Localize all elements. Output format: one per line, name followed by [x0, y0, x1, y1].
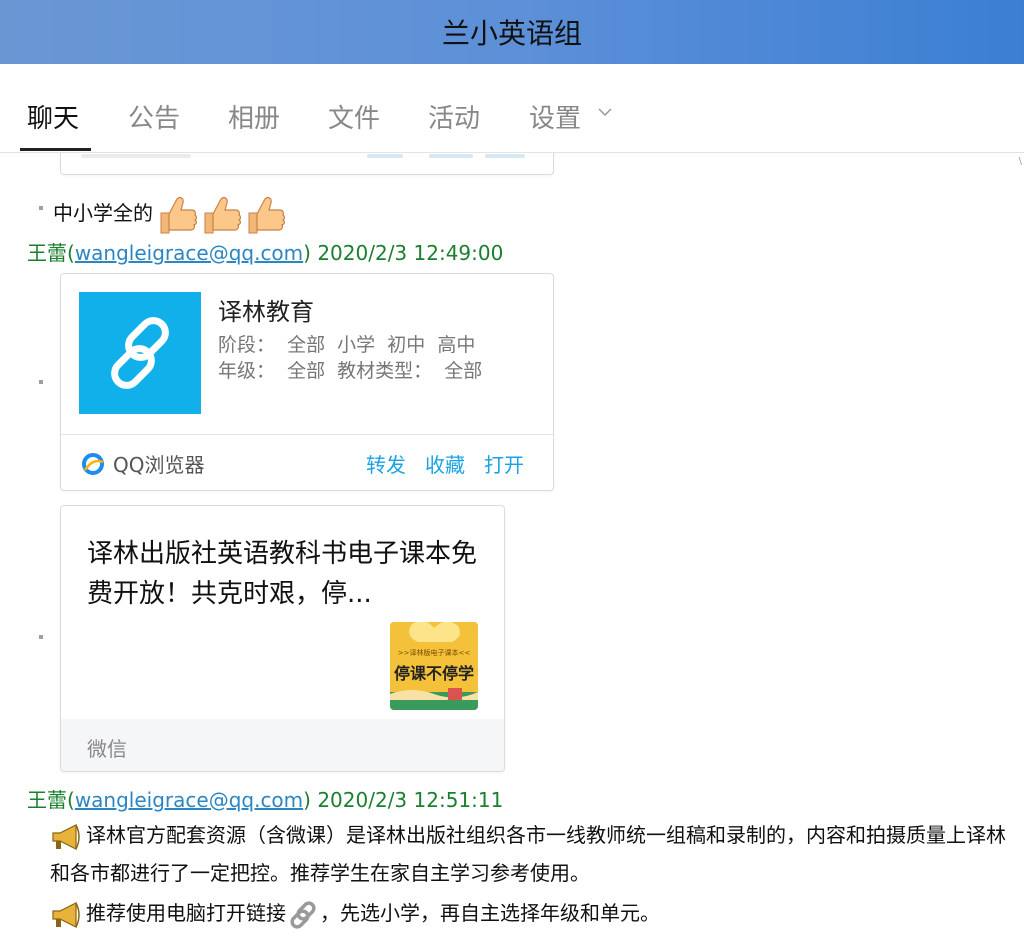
tab-files[interactable]: 文件	[328, 98, 380, 135]
message-text-content: 中小学全的	[53, 201, 153, 225]
link-source: QQ浏览器	[113, 453, 205, 477]
article-share-card[interactable]: 译林出版社英语教科书电子课本免费开放！共克时艰，停... >>译林版电子课本<<…	[60, 505, 505, 772]
active-tab-indicator	[20, 148, 91, 151]
chat-area[interactable]: 中小学全的 王蕾(wangleigrace@qq.com) 2020/2/3 1…	[0, 153, 1024, 936]
message-paragraph: 推荐使用电脑打开链接 ，先选小学，再自主选择年级和单元。	[50, 894, 1020, 932]
favorite-button[interactable]: 收藏	[425, 449, 465, 478]
sender-name: 王蕾	[27, 241, 67, 265]
thumbs-up-icon	[204, 196, 241, 233]
sender-line: 王蕾(wangleigrace@qq.com) 2020/2/3 12:49:0…	[27, 241, 504, 265]
open-button[interactable]: 打开	[484, 449, 524, 478]
message-bullet	[39, 206, 43, 210]
sender-name: 王蕾	[27, 788, 67, 812]
tab-album[interactable]: 相册	[228, 98, 280, 135]
sender-email-link[interactable]: wangleigrace@qq.com	[75, 788, 303, 812]
partial-link-card[interactable]	[60, 153, 554, 175]
chevron-down-icon[interactable]	[598, 108, 612, 116]
link-share-card[interactable]: 译林教育 阶段： 全部 小学 初中 高中 年级： 全部 教材类型： 全部 QQ浏…	[60, 273, 554, 491]
thumbnail-caption: >>译林版电子课本<<	[397, 649, 471, 657]
thumbs-up-icon	[160, 196, 197, 233]
message-text-content: 译林官方配套资源（含微课）是译林出版社组织各市一线教师统一组稿和录制的，内容和拍…	[50, 823, 1006, 885]
article-source: 微信	[87, 737, 127, 761]
message-paragraph: 译林官方配套资源（含微课）是译林出版社组织各市一线教师统一组稿和录制的，内容和拍…	[50, 816, 1020, 892]
sender-line: 王蕾(wangleigrace@qq.com) 2020/2/3 12:51:1…	[27, 788, 504, 812]
tab-chat[interactable]: 聊天	[27, 98, 79, 135]
group-title: 兰小英语组	[441, 17, 582, 50]
message-text-content: 推荐使用电脑打开链接	[86, 901, 286, 925]
horn-icon	[52, 823, 80, 850]
message-time: 2020/2/3 12:49:00	[317, 241, 504, 265]
thumbnail-text: 停课不停学	[393, 664, 474, 683]
tab-activities[interactable]: 活动	[428, 98, 480, 135]
link-card-footer: QQ浏览器 转发 收藏 打开	[61, 434, 553, 491]
article-title: 译林出版社英语教科书电子课本免费开放！共克时艰，停...	[87, 539, 478, 609]
message-text: 中小学全的	[53, 189, 285, 237]
horn-icon	[52, 901, 80, 928]
link-desc-line1: 阶段： 全部 小学 初中 高中	[218, 334, 476, 356]
chain-link-icon	[111, 317, 169, 389]
sender-email-link[interactable]: wangleigrace@qq.com	[75, 241, 303, 265]
message-bullet	[39, 380, 43, 384]
message-time: 2020/2/3 12:51:11	[317, 788, 504, 812]
message-bullet	[39, 635, 43, 639]
tab-announcements[interactable]: 公告	[128, 98, 180, 135]
tab-bar: 聊天 公告 相册 文件 活动 设置	[0, 64, 1024, 153]
tab-settings[interactable]: 设置	[529, 98, 581, 135]
link-desc-line2: 年级： 全部 教材类型： 全部	[218, 360, 483, 382]
message-text-content: ，先选小学，再自主选择年级和单元。	[320, 901, 660, 925]
link-thumbnail	[79, 292, 201, 414]
article-thumbnail: >>译林版电子课本<< 停课不停学	[390, 622, 478, 710]
chain-link-icon	[290, 900, 316, 929]
article-card-footer: 微信	[61, 719, 504, 771]
window-titlebar: 兰小英语组	[0, 0, 1024, 64]
thumbs-up-icon	[248, 196, 285, 233]
forward-button[interactable]: 转发	[366, 449, 406, 478]
qq-browser-icon	[82, 453, 104, 475]
link-title: 译林教育	[218, 298, 314, 326]
